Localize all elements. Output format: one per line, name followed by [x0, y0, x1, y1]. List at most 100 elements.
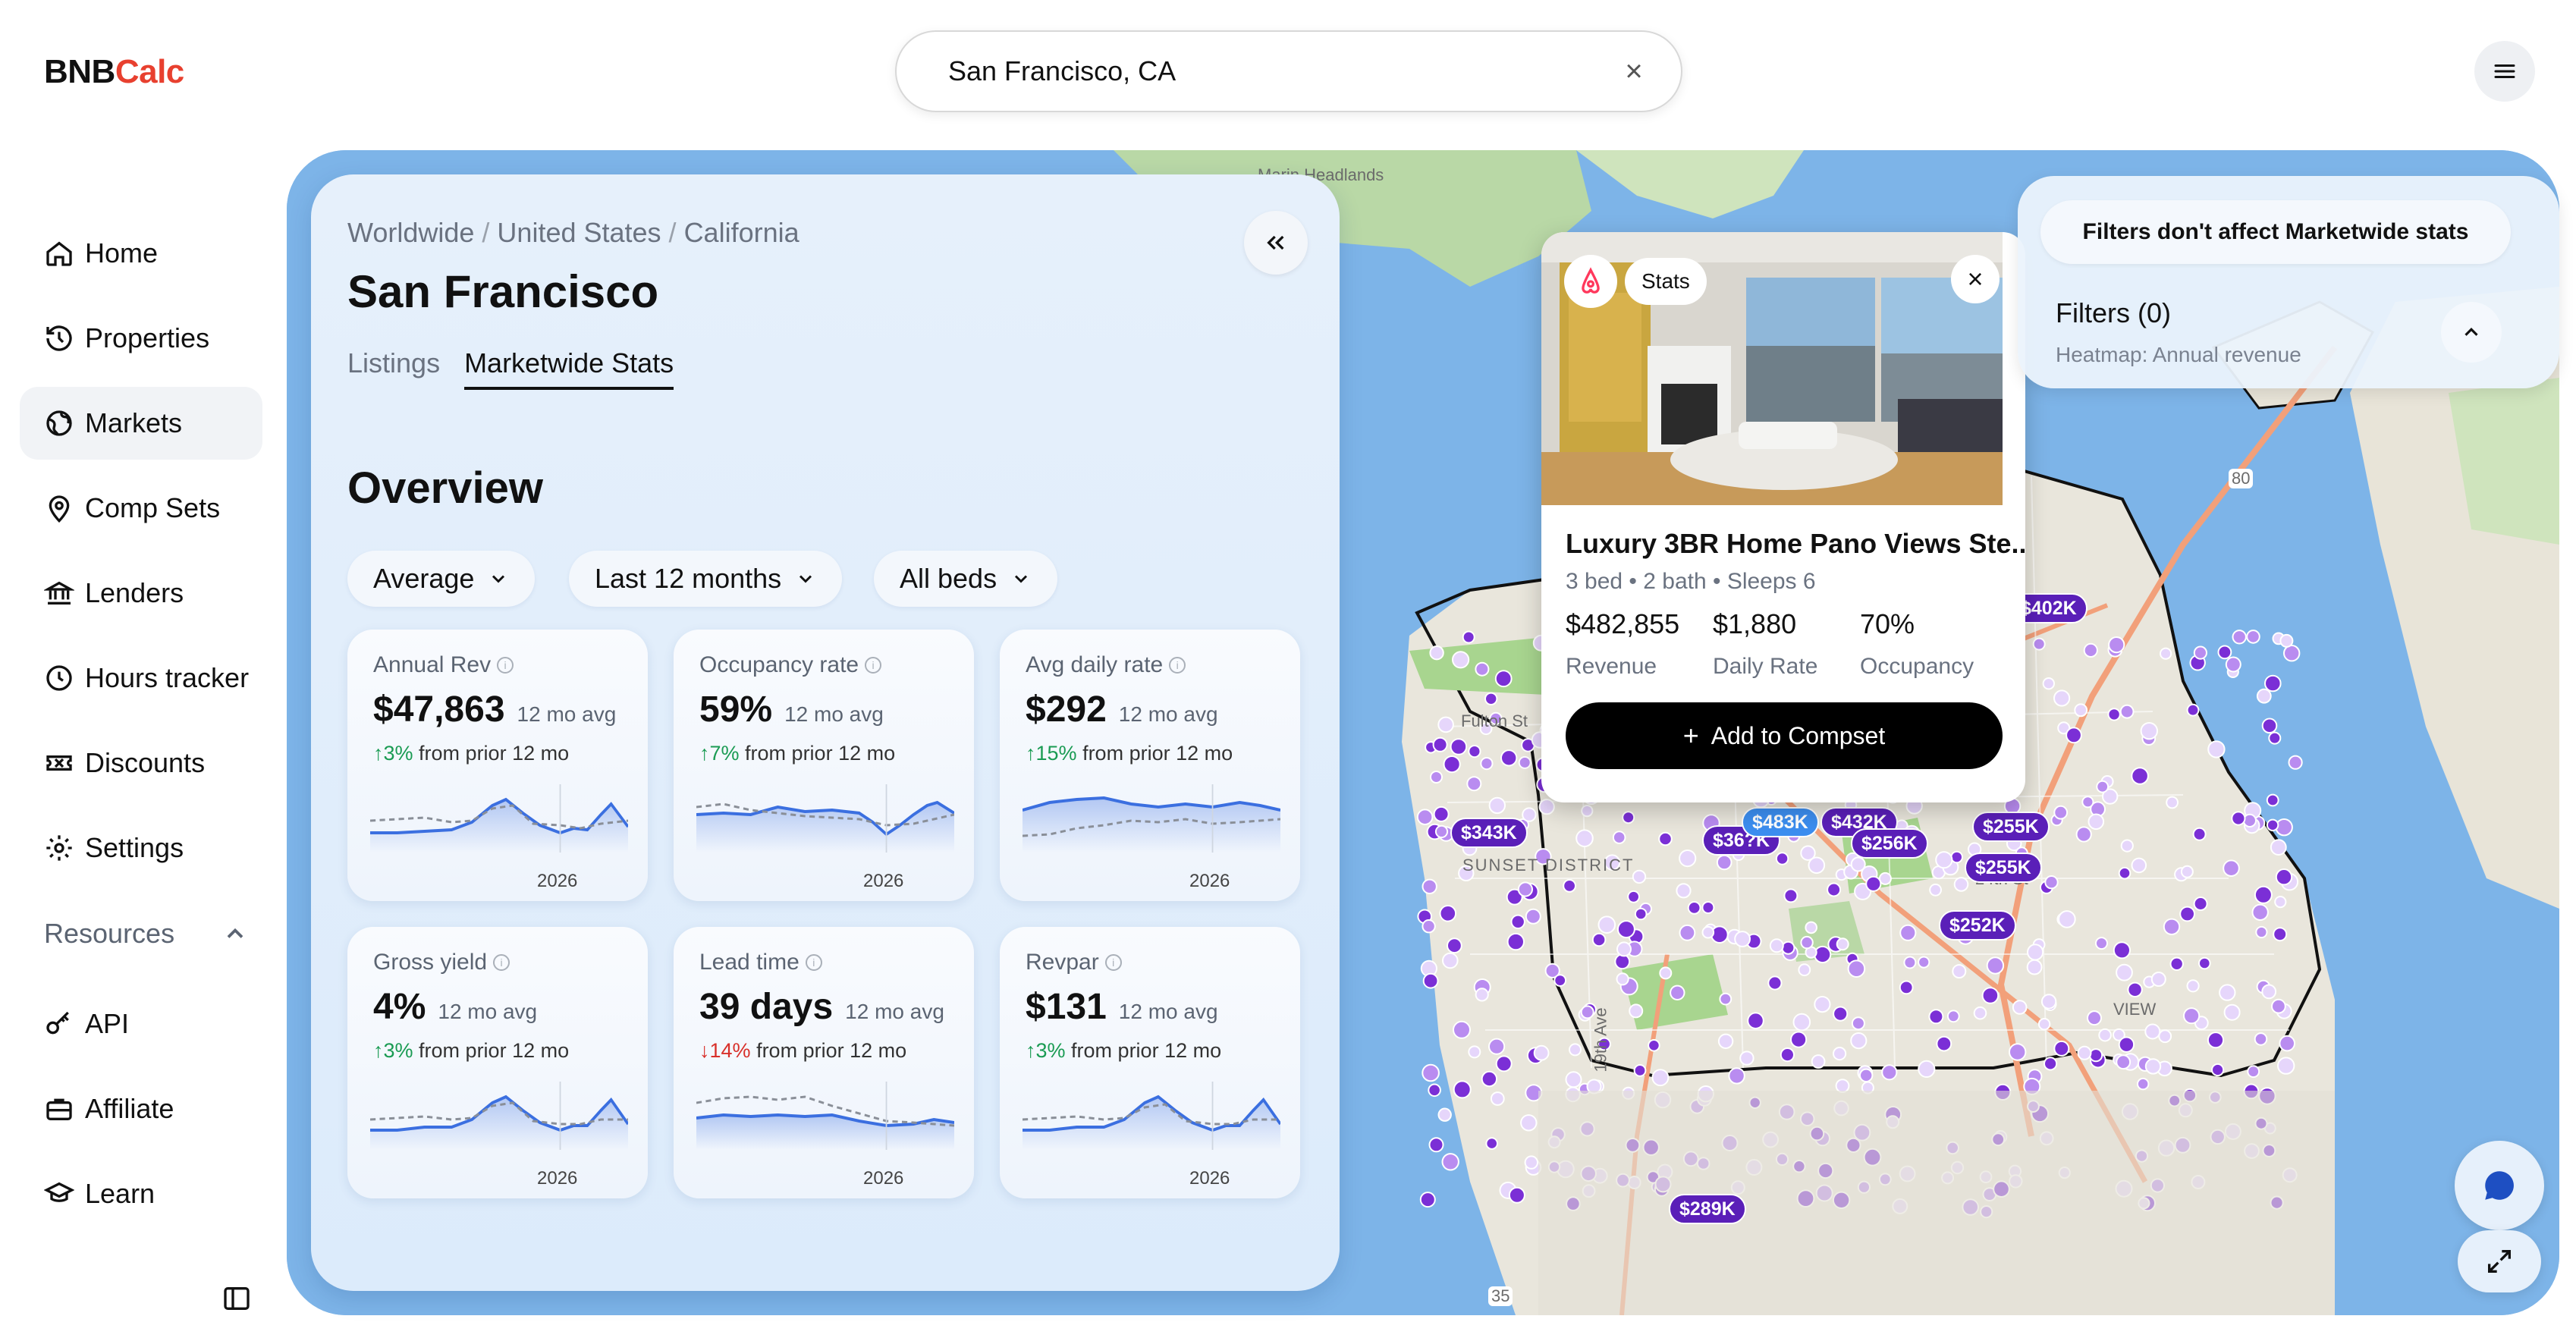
price-pin[interactable]: $256K: [1851, 828, 1928, 859]
listing-dot: [2075, 826, 2092, 843]
listing-revenue-value: $482,855: [1566, 608, 1680, 639]
collapse-panel-button[interactable]: [1244, 211, 1308, 275]
stat-card[interactable]: Lead time i 39 days 12 mo avg ↓14% from prio…: [674, 927, 974, 1198]
sparkline-year-label: 2026: [863, 1168, 904, 1189]
stat-change: ↑7% from prior 12 mo: [699, 742, 896, 765]
listing-dot: [1811, 1054, 1826, 1069]
listing-dot: [2066, 727, 2082, 744]
listing-dot: [2116, 1054, 2131, 1070]
filters-title[interactable]: Filters (0): [2056, 297, 2171, 329]
price-pin[interactable]: $289K: [1669, 1194, 1746, 1224]
listing-dot: [1422, 972, 1439, 989]
listing-dot: [2279, 1035, 2295, 1052]
listing-dot: [1800, 935, 1814, 950]
search-input[interactable]: San Francisco, CA: [948, 55, 1617, 87]
listing-dot: [2198, 956, 2211, 970]
hamburger-menu-button[interactable]: [2474, 41, 2535, 102]
sidebar-collapse-icon[interactable]: [221, 1283, 252, 1314]
listing-dot: [2279, 633, 2294, 648]
listing-dot: [1490, 1091, 1505, 1106]
stat-card[interactable]: Occupancy rate i 59% 12 mo avg ↑7% from prio…: [674, 630, 974, 901]
close-icon[interactable]: ×: [1951, 255, 2000, 303]
map-label-fulton: Fulton St: [1461, 711, 1528, 730]
sidebar-item-discounts[interactable]: Discounts: [20, 727, 262, 799]
listing-dot: [1429, 645, 1444, 661]
price-pin[interactable]: $255K: [1965, 853, 2042, 883]
price-pin[interactable]: $252K: [1939, 910, 2016, 941]
sidebar-item-settings[interactable]: Settings: [20, 812, 262, 884]
sidebar-item-home[interactable]: Home: [20, 217, 262, 290]
listing-dot: [2275, 868, 2293, 886]
listing-dot: [2186, 703, 2200, 717]
info-icon[interactable]: i: [1169, 657, 1186, 674]
tab-listings[interactable]: Listings: [347, 347, 440, 390]
info-icon[interactable]: i: [497, 657, 514, 674]
price-pin-selected[interactable]: $483K: [1742, 807, 1819, 837]
breadcrumb-worldwide[interactable]: Worldwide: [347, 217, 474, 248]
listing-dot: [2288, 755, 2303, 770]
sidebar-item-properties[interactable]: Properties: [20, 302, 262, 375]
listing-dot: [1808, 856, 1826, 875]
tab-marketwide-stats[interactable]: Marketwide Stats: [464, 347, 674, 390]
sidebar-item-comp-sets[interactable]: Comp Sets: [20, 472, 262, 545]
home-icon: [42, 237, 76, 270]
listing-dot: [2193, 645, 2207, 660]
sidebar-item-api[interactable]: API: [20, 988, 262, 1060]
listing-dot: [1453, 1020, 1471, 1039]
chevron-down-icon: [492, 575, 505, 583]
price-pin[interactable]: $343K: [1450, 818, 1528, 848]
stat-avg-label: 12 mo avg: [784, 702, 884, 726]
listing-dot: [1627, 890, 1640, 903]
listing-dot: [1538, 799, 1555, 815]
listing-dot: [2144, 1058, 2162, 1075]
stat-card[interactable]: Annual Rev i $47,863 12 mo avg ↑3% from prio…: [347, 630, 648, 901]
listing-dot: [1973, 1006, 1987, 1020]
resources-toggle[interactable]: Resources: [44, 918, 249, 950]
brand-logo[interactable]: BNBCalc: [44, 53, 184, 91]
breadcrumb-state[interactable]: California: [684, 217, 800, 248]
airbnb-logo-icon[interactable]: [1564, 255, 1617, 308]
filters-toggle-button[interactable]: [2441, 302, 2502, 363]
listing-dot: [1814, 945, 1832, 964]
listing-dot: [1422, 878, 1437, 894]
add-to-compset-button[interactable]: + Add to Compset: [1566, 702, 2003, 769]
sidebar-item-learn[interactable]: Learn: [20, 1157, 262, 1230]
sparkline-chart: [696, 1082, 954, 1150]
breadcrumb-country[interactable]: United States: [497, 217, 661, 248]
listing-dot: [2058, 910, 2076, 928]
stats-pill[interactable]: Stats: [1625, 258, 1707, 305]
sidebar-item-affiliate[interactable]: Affiliate: [20, 1072, 262, 1145]
stat-card[interactable]: Avg daily rate i $292 12 mo avg ↑15% from pr…: [1000, 630, 1300, 901]
chevron-down-icon: [800, 575, 812, 583]
listing-dot: [1437, 1107, 1452, 1122]
listing-title[interactable]: Luxury 3BR Home Pano Views Ste...: [1566, 528, 2025, 560]
stat-card[interactable]: Revpar i $131 12 mo avg ↑3% from prior 12 mo…: [1000, 927, 1300, 1198]
expand-map-button[interactable]: [2458, 1230, 2541, 1292]
location-search[interactable]: San Francisco, CA ×: [895, 30, 1682, 112]
sidebar-item-hours-tracker[interactable]: Hours tracker: [20, 642, 262, 714]
listing-dot: [1616, 972, 1629, 986]
listing-dot: [2223, 859, 2240, 878]
info-icon[interactable]: i: [805, 954, 822, 971]
stat-card[interactable]: Gross yield i 4% 12 mo avg ↑3% from prior 12…: [347, 927, 648, 1198]
info-icon[interactable]: i: [493, 954, 510, 971]
aggregation-dropdown[interactable]: Average: [347, 551, 536, 607]
sidebar-item-lenders[interactable]: Lenders: [20, 557, 262, 630]
clear-search-icon[interactable]: ×: [1617, 55, 1651, 88]
listing-dot: [1986, 956, 2005, 975]
stat-value: $131 12 mo avg: [1026, 987, 1218, 1027]
info-icon[interactable]: i: [1104, 954, 1122, 971]
beds-dropdown[interactable]: All beds: [874, 551, 1058, 607]
price-pin[interactable]: $255K: [1972, 812, 2050, 842]
listing-dot: [1518, 755, 1531, 769]
sparkline-year-label: 2026: [863, 871, 904, 891]
chat-button[interactable]: [2455, 1141, 2544, 1230]
listing-dot: [1452, 651, 1470, 669]
listing-dot: [1676, 883, 1692, 899]
listing-popup: Stats × Luxury 3BR Home Pano Views Ste..…: [1541, 232, 2025, 802]
listing-dot: [1553, 974, 1567, 987]
sidebar-item-markets[interactable]: Markets: [20, 387, 262, 460]
listing-dot: [1475, 661, 1490, 677]
info-icon[interactable]: i: [865, 657, 882, 674]
period-dropdown[interactable]: Last 12 months: [569, 551, 843, 607]
